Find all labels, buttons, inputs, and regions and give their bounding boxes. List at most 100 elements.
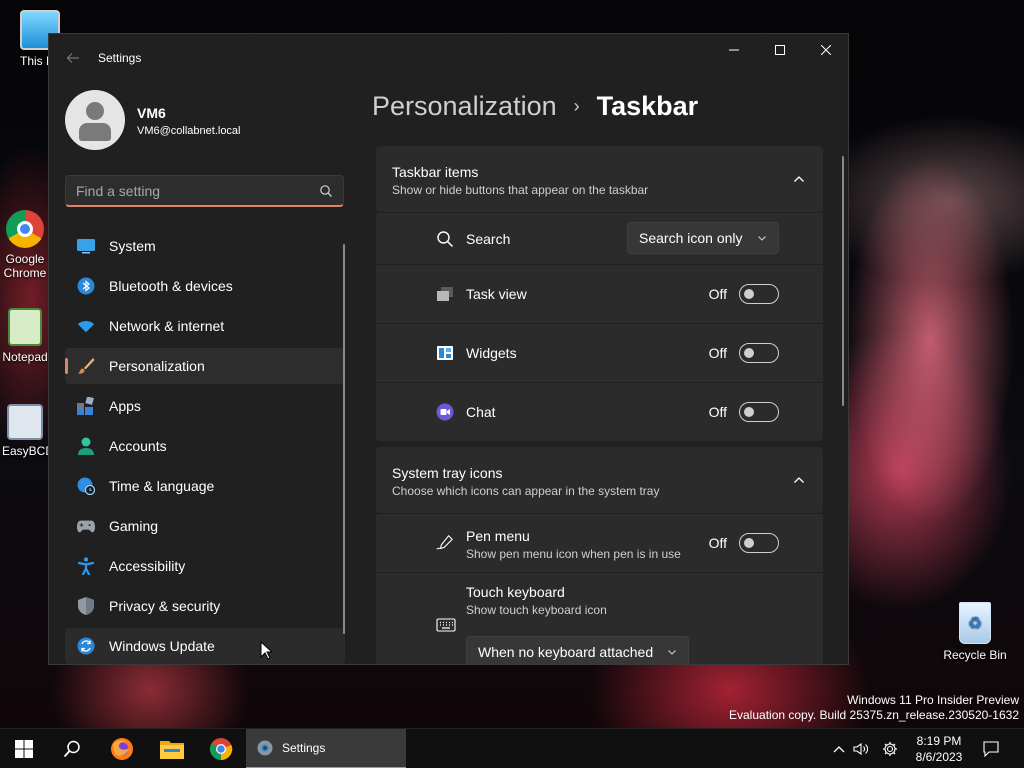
notification-icon [983,741,999,757]
maximize-button[interactable] [757,34,803,66]
avatar[interactable] [65,90,125,150]
sidebar-item-gaming[interactable]: Gaming [65,508,345,544]
taskbar-clock[interactable]: 8:19 PM 8/6/2023 [905,733,973,765]
sidebar-item-label: Time & language [109,478,215,494]
content-scrollbar[interactable] [842,156,844,406]
sidebar-item-apps[interactable]: Apps [65,388,345,424]
sidebar-scrollbar[interactable] [343,244,345,634]
taskbar-chrome[interactable] [197,729,245,768]
setting-label: Task view [466,286,527,302]
watermark-line2: Evaluation copy. Build 25375.zn_release.… [729,708,1019,722]
clock-date: 8/6/2023 [915,750,963,764]
chevron-down-icon [757,236,766,241]
sidebar-item-personalization[interactable]: Personalization [65,348,345,384]
sidebar-item-accessibility[interactable]: Accessibility [65,548,345,584]
easybcd-icon [7,404,43,440]
sidebar-item-label: Windows Update [109,638,215,654]
volume-icon [853,742,868,756]
task-view-toggle[interactable] [739,284,779,304]
toggle-state-label: Off [708,286,727,302]
section-subtitle: Choose which icons can appear in the sys… [392,484,660,498]
taskbar-file-explorer[interactable] [148,729,196,768]
minimize-button[interactable] [711,34,757,66]
dropdown-value: Search icon only [639,230,743,246]
sidebar-item-accounts[interactable]: Accounts [65,428,345,464]
chat-toggle[interactable] [739,402,779,422]
notification-center-button[interactable] [983,741,999,757]
taskbar-firefox[interactable] [98,729,146,768]
taskbar-settings-app[interactable]: Settings [246,729,406,768]
widgets-toggle[interactable] [739,343,779,363]
pen-menu-toggle[interactable] [739,533,779,553]
breadcrumb: Personalization › Taskbar [372,91,698,122]
sidebar-item-label: Privacy & security [109,598,221,614]
chevron-up-icon[interactable] [793,173,805,185]
gear-icon [883,742,897,756]
page-title: Taskbar [596,91,699,121]
chevron-up-icon[interactable] [793,474,805,486]
desktop-icon-recycle-bin[interactable]: ♻ Recycle Bin [940,602,1010,662]
chrome-icon [6,210,44,248]
sidebar-item-time-language[interactable]: Time & language [65,468,345,504]
search-input[interactable] [76,182,306,200]
maximize-icon [775,45,785,55]
search-mode-dropdown[interactable]: Search icon only [627,222,779,254]
sidebar-item-privacy-security[interactable]: Privacy & security [65,588,345,624]
system-icon [77,237,95,255]
brush-icon [77,357,95,375]
desktop-icon-chrome[interactable]: Google Chrome [2,210,48,282]
globe-clock-icon [77,477,95,495]
sidebar-item-windows-update[interactable]: Windows Update [65,628,345,664]
sidebar-item-label: Personalization [109,358,205,374]
minimize-icon [729,49,739,51]
shield-icon [77,597,95,615]
search-icon[interactable] [319,184,333,198]
close-button[interactable] [803,34,848,66]
search-icon [63,740,80,758]
back-arrow-icon[interactable] [65,50,81,66]
desktop-icon-notepad[interactable]: Notepad [2,308,48,364]
firefox-icon [111,738,133,760]
touch-keyboard-dropdown[interactable]: When no keyboard attached [466,636,690,664]
pen-icon [436,534,453,550]
widgets-icon [437,346,453,360]
section-subtitle: Show or hide buttons that appear on the … [392,183,649,197]
keyboard-icon [436,618,456,632]
avatar-person-icon [86,102,104,120]
close-icon [821,45,831,55]
avatar-person-body [79,123,111,141]
setting-row-widgets: Widgets Off [376,324,823,382]
setting-label: Pen menu [466,528,530,544]
os-taskbar: Settings 8:19 PM 8/6/2023 [0,728,1024,768]
title-bar[interactable]: Settings [49,34,848,82]
sidebar-item-network[interactable]: Network & internet [65,308,345,344]
sidebar-item-label: System [109,238,156,254]
settings-window: Settings VM6 VM6@collabnet.local System … [48,33,849,665]
start-button[interactable] [0,729,48,768]
sidebar-item-label: Bluetooth & devices [109,278,233,294]
settings-content: Taskbar items Show or hide buttons that … [376,146,823,664]
tray-volume-button[interactable] [853,741,869,757]
chevron-down-icon [668,650,677,655]
tray-overflow-button[interactable] [831,741,847,757]
breadcrumb-parent[interactable]: Personalization [372,91,557,122]
windows-logo-icon [15,740,33,758]
toggle-state-label: Off [708,535,727,551]
setting-description: Show touch keyboard icon [466,603,607,617]
sidebar-item-bluetooth[interactable]: Bluetooth & devices [65,268,345,304]
setting-row-pen-menu: Pen menu Show pen menu icon when pen is … [376,514,823,572]
taskbar-items-section-header[interactable]: Taskbar items Show or hide buttons that … [376,146,823,212]
taskbar-app-label: Settings [282,741,326,755]
mouse-cursor-icon [260,641,272,660]
chevron-up-icon [833,746,845,753]
system-tray-section-header[interactable]: System tray icons Choose which icons can… [376,447,823,513]
desktop-icon-easybcd[interactable]: EasyBCD [2,404,48,458]
search-box[interactable] [65,175,344,207]
setting-row-chat: Chat Off [376,383,823,441]
sidebar-item-system[interactable]: System [65,228,345,264]
tray-settings-button[interactable] [882,741,898,757]
taskbar-search-button[interactable] [48,729,96,768]
chrome-icon [210,738,233,761]
dropdown-value: When no keyboard attached [478,644,654,660]
sidebar-item-label: Accounts [109,438,167,454]
